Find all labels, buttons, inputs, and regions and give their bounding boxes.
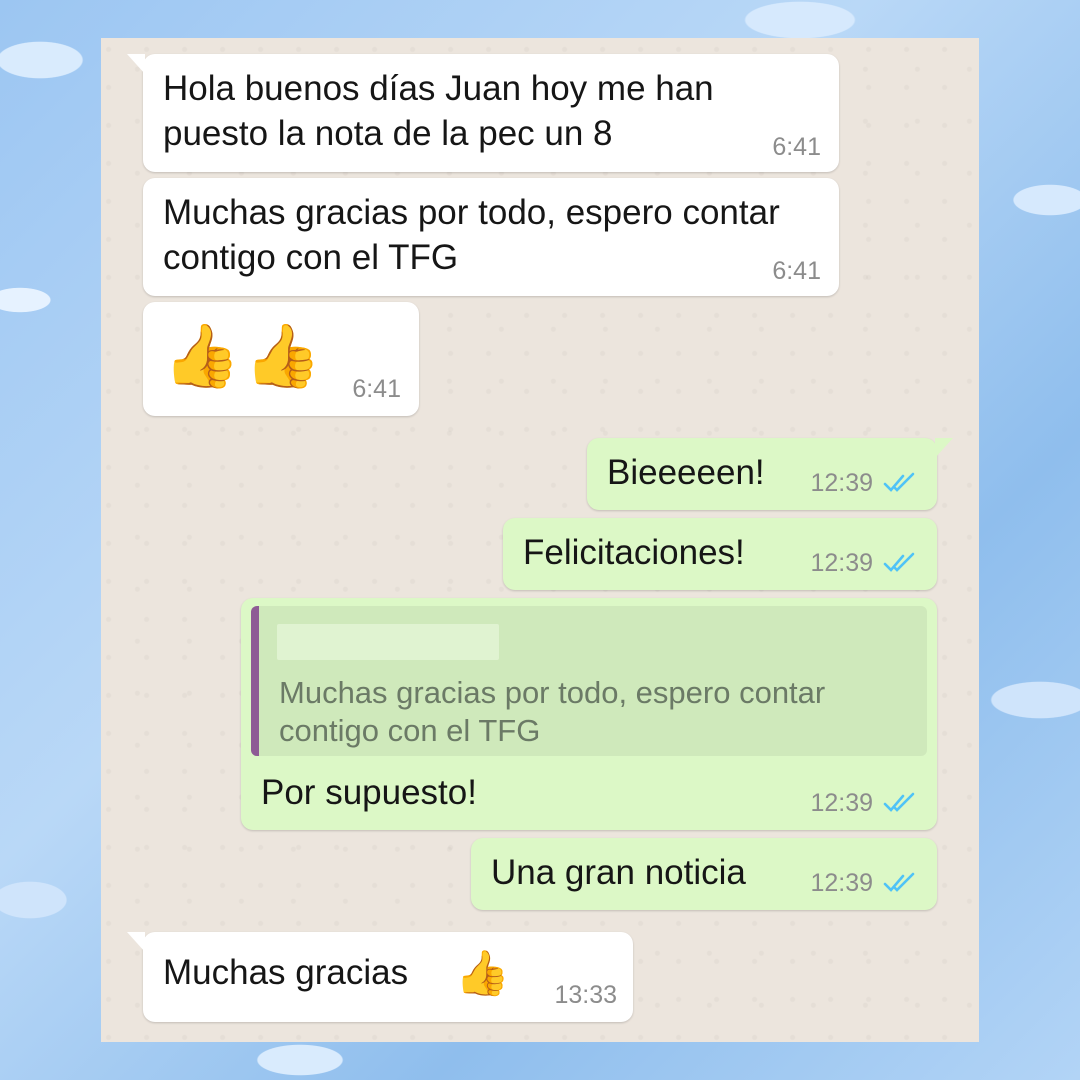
read-ticks-icon [883,792,915,812]
outgoing-reply-message[interactable]: Muchas gracias por todo, espero contar c… [241,598,937,830]
read-ticks-icon [883,472,915,492]
quoted-sender-redacted [277,624,499,660]
message-time: 6:41 [772,257,821,285]
message-time: 13:33 [554,981,617,1009]
message-time: 6:41 [772,133,821,161]
message-text: Hola buenos días Juan hoy me han puesto … [163,69,714,153]
incoming-message[interactable]: Muchas gracias por todo, espero contar c… [143,178,839,296]
message-text: Una gran noticia [491,853,746,892]
message-text: Por supuesto! [261,773,477,812]
thumbs-up-icon: 👍 [455,949,510,998]
message-text: 👍👍 [163,322,326,391]
read-ticks-icon [883,872,915,892]
message-text: Muchas gracias [163,953,409,992]
outgoing-message[interactable]: Una gran noticia 12:39 [471,838,937,910]
quote-bar [251,606,259,756]
incoming-message[interactable]: 👍👍 6:41 [143,302,419,416]
quoted-text: Muchas gracias por todo, espero contar c… [279,675,826,748]
message-text: Muchas gracias por todo, espero contar c… [163,193,780,277]
incoming-message[interactable]: Hola buenos días Juan hoy me han puesto … [127,54,839,172]
incoming-message[interactable]: Muchas gracias 👍 13:33 [127,932,633,1022]
message-text: Bieeeeen! [607,453,765,492]
outgoing-message[interactable]: Bieeeeen! 12:39 [587,438,953,510]
message-time: 6:41 [352,375,401,403]
chat-area[interactable]: Hola buenos días Juan hoy me han puesto … [101,38,979,1042]
message-time: 12:39 [810,469,873,497]
message-time: 12:39 [810,869,873,897]
message-text: Felicitaciones! [523,533,745,572]
read-ticks-icon [883,552,915,572]
quoted-message[interactable]: Muchas gracias por todo, espero contar c… [251,606,927,756]
outgoing-message[interactable]: Felicitaciones! 12:39 [503,518,937,590]
message-time: 12:39 [810,789,873,817]
message-time: 12:39 [810,549,873,577]
